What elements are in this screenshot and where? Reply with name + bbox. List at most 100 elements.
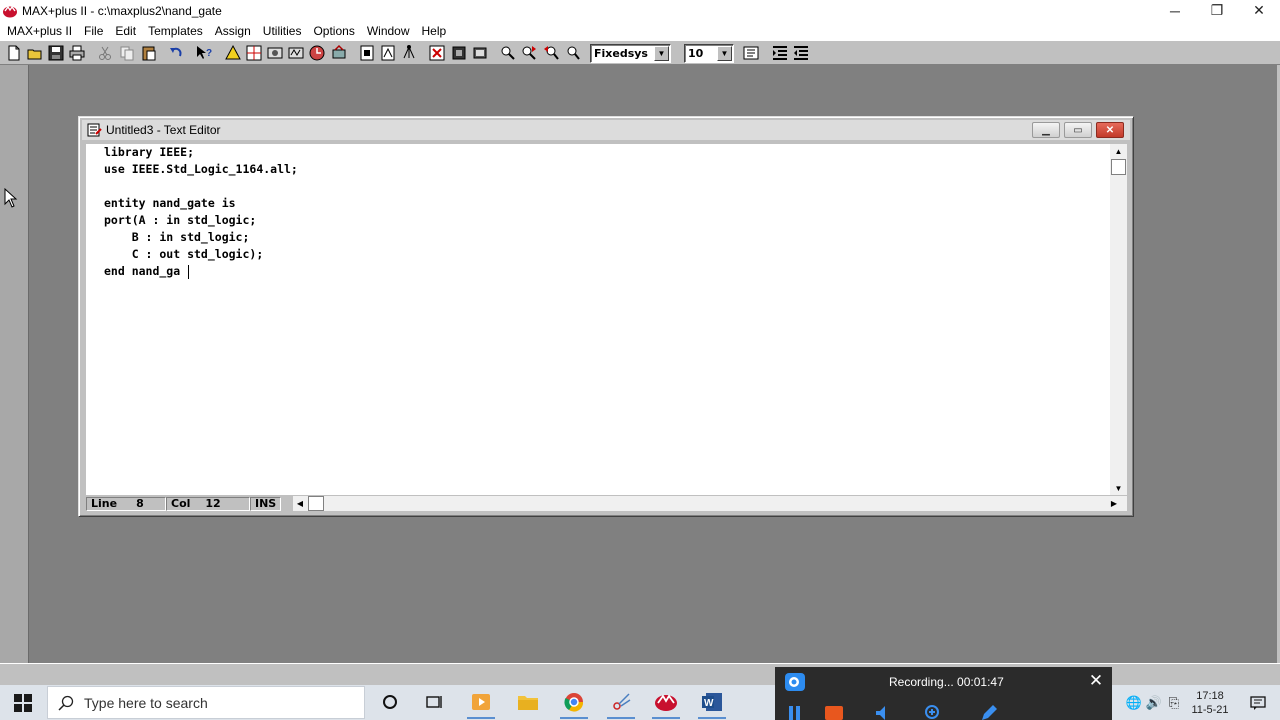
menu-templates[interactable]: Templates (142, 24, 209, 38)
scroll-left-icon[interactable]: ◀ (293, 496, 307, 511)
help-pointer-icon[interactable]: ? (195, 44, 213, 62)
clock-time: 17:18 (1196, 689, 1224, 702)
new-file-icon[interactable] (5, 44, 23, 62)
notifications-icon[interactable] (1236, 693, 1280, 713)
simulator-icon[interactable] (287, 44, 305, 62)
pause-icon[interactable] (785, 703, 805, 720)
floorplan-icon[interactable] (245, 44, 263, 62)
undo-icon[interactable] (167, 44, 185, 62)
volume-icon[interactable]: 🔊 (1144, 693, 1164, 713)
mouse-pointer-icon (4, 188, 18, 208)
replace-icon[interactable] (563, 44, 581, 62)
paste-icon[interactable] (140, 44, 158, 62)
print-icon[interactable] (68, 44, 86, 62)
menu-assign[interactable]: Assign (209, 24, 257, 38)
stop-icon[interactable] (824, 703, 844, 720)
col-value: 12 (205, 497, 221, 510)
menubar: MAX+plus II File Edit Templates Assign U… (0, 21, 1280, 40)
editor-close-button[interactable]: ✕ (1096, 122, 1124, 138)
menu-edit[interactable]: Edit (109, 24, 142, 38)
code-line: C : out std_logic); (104, 247, 264, 261)
zoom-icon[interactable] (923, 703, 943, 720)
language-icon[interactable]: 🌐 (1124, 693, 1144, 713)
video-player-icon[interactable] (467, 688, 495, 719)
size-select[interactable]: 10 ▼ (684, 44, 734, 63)
start-button[interactable] (0, 685, 46, 720)
font-select-value: Fixedsys (594, 47, 648, 60)
snipping-tool-icon[interactable] (607, 688, 635, 719)
scroll-right-icon[interactable]: ▶ (1107, 496, 1121, 511)
hscroll-thumb[interactable] (308, 496, 324, 511)
project-hierarchy-icon[interactable] (400, 44, 418, 62)
menu-options[interactable]: Options (307, 24, 360, 38)
menu-file[interactable]: File (78, 24, 109, 38)
outdent-icon[interactable] (792, 44, 810, 62)
delete-icon[interactable] (428, 44, 446, 62)
minimize-button[interactable]: ─ (1154, 0, 1196, 21)
network-icon[interactable]: ⎘ (1164, 693, 1184, 713)
find-prev-icon[interactable] (542, 44, 560, 62)
open-project-icon[interactable] (358, 44, 376, 62)
code-line: B : in std_logic; (104, 230, 250, 244)
file-explorer-icon[interactable] (514, 688, 542, 716)
copy-icon[interactable] (118, 44, 136, 62)
horizontal-scrollbar[interactable]: ◀ ▶ (293, 496, 1127, 511)
cut-icon[interactable] (96, 44, 114, 62)
close-button[interactable]: ✕ (1238, 0, 1280, 21)
chevron-down-icon: ▼ (654, 46, 669, 61)
task-view-icon[interactable] (421, 688, 449, 716)
maxplus-logo-icon (3, 5, 17, 17)
chip-icon[interactable] (471, 44, 489, 62)
menu-utilities[interactable]: Utilities (257, 24, 308, 38)
cortana-icon[interactable] (376, 688, 404, 716)
editor-minimize-button[interactable]: ▁ (1032, 122, 1060, 138)
timing-analyzer-icon[interactable] (308, 44, 326, 62)
code-line: end nand_ga (104, 264, 181, 278)
find-next-icon[interactable] (520, 44, 538, 62)
taskbar-search[interactable]: Type here to search (47, 686, 365, 719)
mute-icon[interactable] (874, 703, 894, 720)
hierarchy-triangle-icon[interactable] (224, 44, 242, 62)
search-icon (58, 695, 74, 711)
vertical-scrollbar[interactable]: ▲ ▼ (1110, 144, 1127, 495)
scroll-up-icon[interactable]: ▲ (1110, 144, 1127, 158)
scroll-down-icon[interactable]: ▼ (1110, 481, 1127, 495)
code-line: port(A : in std_logic; (104, 213, 257, 227)
save-icon[interactable] (47, 44, 65, 62)
line-indicator: Line 8 (86, 496, 166, 511)
line-label: Line (91, 497, 118, 510)
recording-widget: Recording... 00:01:47 ✕ (775, 667, 1112, 720)
open-folder-icon[interactable] (26, 44, 44, 62)
app-title: MAX+plus II - c:\maxplus2\nand_gate (22, 3, 222, 18)
menu-window[interactable]: Window (361, 24, 416, 38)
restore-button[interactable]: ❐ (1196, 0, 1238, 21)
programmer-icon[interactable] (330, 44, 348, 62)
menu-help[interactable]: Help (416, 24, 453, 38)
clock[interactable]: 17:18 11-5-21 (1184, 689, 1236, 717)
code-line: library IEEE; (104, 145, 195, 159)
text-style-icon[interactable] (742, 44, 760, 62)
size-select-value: 10 (688, 47, 704, 60)
font-select[interactable]: Fixedsys ▼ (590, 44, 671, 63)
indent-icon[interactable] (771, 44, 789, 62)
editor-status-bar: Line 8 Col 12 INS ◀ ▶ (86, 496, 1127, 511)
text-editor-titlebar[interactable]: Untitled3 - Text Editor ▁ ▭ ✕ (82, 120, 1130, 140)
compiler-icon[interactable] (266, 44, 284, 62)
word-icon[interactable]: W (698, 688, 726, 719)
search-placeholder: Type here to search (84, 694, 208, 711)
set-project-icon[interactable] (379, 44, 397, 62)
app-titlebar: MAX+plus II - c:\maxplus2\nand_gate ─ ❐ … (0, 0, 1280, 21)
recording-close-icon[interactable]: ✕ (1088, 671, 1104, 690)
menu-maxplus[interactable]: MAX+plus II (0, 24, 78, 38)
find-icon[interactable] (499, 44, 517, 62)
system-tray: 🌐 🔊 ⎘ 17:18 11-5-21 (1124, 685, 1280, 720)
mdi-left-strip (0, 65, 29, 663)
scroll-thumb[interactable] (1111, 159, 1126, 175)
annotate-pen-icon[interactable] (979, 703, 999, 720)
chrome-icon[interactable] (560, 688, 588, 719)
code-editor[interactable]: library IEEE; use IEEE.Std_Logic_1164.al… (86, 144, 1116, 495)
text-editor-window: Untitled3 - Text Editor ▁ ▭ ✕ library IE… (78, 116, 1134, 517)
maxplus-taskbar-icon[interactable] (652, 688, 680, 719)
device-icon[interactable] (450, 44, 468, 62)
editor-maximize-button[interactable]: ▭ (1064, 122, 1092, 138)
